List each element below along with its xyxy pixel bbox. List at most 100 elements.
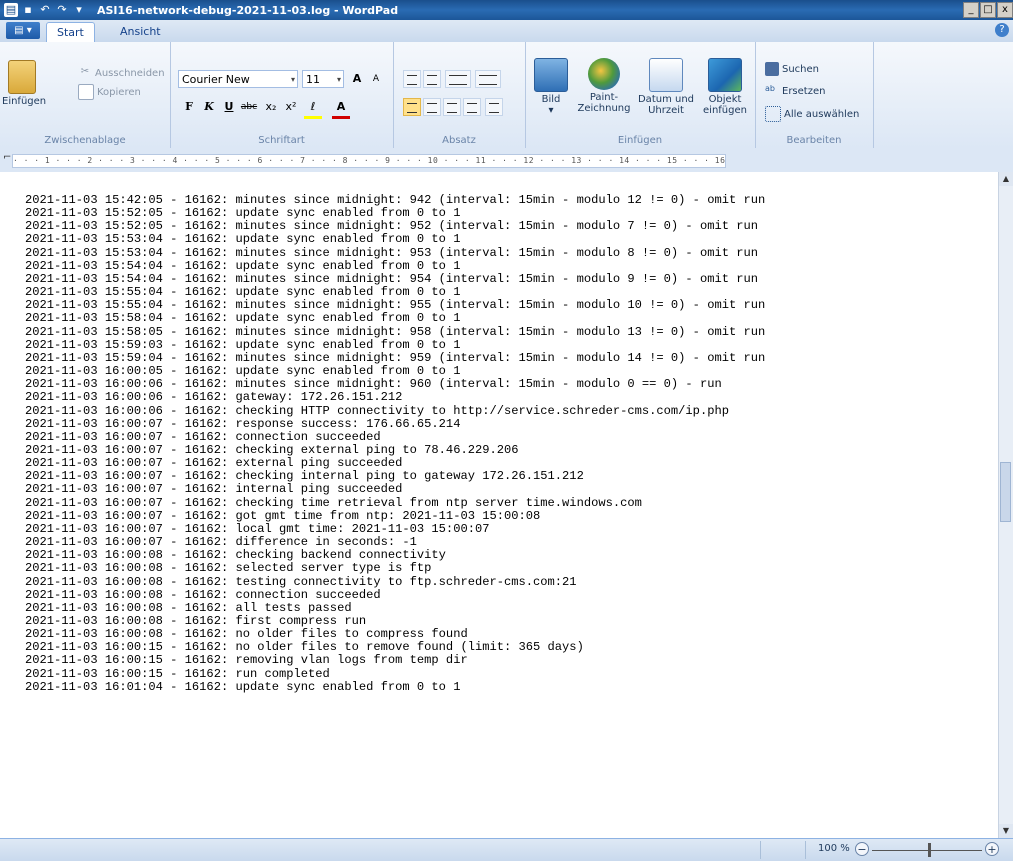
find-label: Suchen	[782, 63, 820, 75]
replace-label: Ersetzen	[782, 85, 826, 97]
replace-button[interactable]: ab Ersetzen	[765, 84, 825, 98]
qat-dropdown-icon[interactable]: ▾	[72, 3, 86, 17]
insert-object-button[interactable]: Objekt einfügen	[699, 58, 751, 116]
replace-icon: ab	[765, 84, 775, 93]
font-family-select[interactable]: Courier New ▾	[178, 70, 298, 88]
grow-font-button[interactable]: A	[348, 70, 366, 88]
status-divider	[805, 841, 806, 859]
minimize-button[interactable]: _	[963, 2, 979, 18]
zoom-in-button[interactable]: +	[985, 842, 999, 856]
window-controls: _ □ x	[962, 2, 1013, 18]
object-icon	[708, 58, 742, 92]
scroll-up-icon[interactable]: ▲	[999, 172, 1013, 186]
select-all-button[interactable]: Alle auswählen	[765, 106, 859, 122]
chevron-down-icon: ▾	[548, 105, 554, 116]
insert-date-time-button[interactable]: Datum und Uhrzeit	[637, 58, 695, 116]
italic-button[interactable]: K	[200, 98, 218, 116]
picture-label: Bild	[541, 94, 561, 105]
align-left-button[interactable]	[403, 98, 421, 116]
quick-access-toolbar: ▤ ▪ ↶ ↷ ▾	[4, 3, 89, 17]
align-right-button[interactable]	[443, 98, 461, 116]
paragraph-group-label: Absatz	[442, 135, 476, 146]
align-center-icon	[427, 103, 437, 113]
tab-stop-icon[interactable]: ⌐	[3, 152, 11, 163]
font-family-value: Courier New	[182, 73, 250, 86]
scissors-icon: ✂	[80, 66, 90, 77]
font-group-label: Schriftart	[258, 135, 305, 146]
calendar-icon	[649, 58, 683, 92]
highlight-button[interactable]: ℓ	[304, 98, 322, 119]
object-label-line2: einfügen	[703, 105, 747, 116]
paste-button[interactable]: Einfügen	[2, 60, 46, 107]
ribbon: Einfügen ✂ Ausschneiden Kopieren Zwische…	[0, 42, 1013, 149]
zoom-out-button[interactable]: −	[855, 842, 869, 856]
line-spacing-button[interactable]	[475, 70, 501, 88]
underline-button[interactable]: U	[220, 98, 238, 116]
subscript-button[interactable]: x₂	[262, 98, 280, 116]
justify-icon	[467, 103, 477, 113]
application-menu-button[interactable]: ▤ ▾	[6, 22, 40, 39]
scroll-down-icon[interactable]: ▼	[999, 824, 1013, 838]
font-size-select[interactable]: 11 ▾	[302, 70, 344, 88]
wordpad-app-icon[interactable]: ▤	[4, 3, 18, 17]
undo-icon[interactable]: ↶	[38, 3, 52, 17]
font-color-button[interactable]: A	[332, 98, 350, 119]
redo-icon[interactable]: ↷	[55, 3, 69, 17]
bullet-list-button[interactable]	[445, 70, 471, 88]
tab-ansicht[interactable]: Ansicht	[110, 22, 171, 41]
align-center-button[interactable]	[423, 98, 441, 116]
ribbon-tab-strip: ▤ ▾ Start Ansicht ?	[0, 20, 1013, 43]
close-button[interactable]: x	[997, 2, 1013, 18]
list-icon	[449, 75, 467, 85]
align-right-icon	[447, 103, 457, 113]
ruler-scale[interactable]: · · · 1 · · · 2 · · · 3 · · · 4 · · · 5 …	[12, 154, 726, 168]
select-all-icon	[765, 106, 781, 122]
bold-button[interactable]: F	[180, 98, 198, 116]
help-icon[interactable]: ?	[995, 23, 1009, 37]
zoom-slider-thumb[interactable]	[928, 843, 931, 857]
scroll-thumb[interactable]	[1000, 462, 1011, 522]
insert-group: Bild ▾ Paint- Zeichnung Datum und Uhrzei…	[525, 42, 756, 148]
clipboard-group: Einfügen ✂ Ausschneiden Kopieren Zwische…	[0, 42, 171, 148]
insert-paint-drawing-button[interactable]: Paint- Zeichnung	[575, 58, 633, 114]
indent-icon	[407, 75, 417, 85]
status-bar: 100 % − +	[0, 838, 1013, 861]
title-bar: ▤ ▪ ↶ ↷ ▾ ASI16-network-debug-2021-11-03…	[0, 0, 1013, 20]
paragraph-icon	[489, 103, 499, 113]
paint-label-line2: Zeichnung	[577, 103, 631, 114]
strikethrough-button[interactable]: abc	[240, 98, 258, 116]
increase-indent-button[interactable]	[423, 70, 441, 88]
insert-group-label: Einfügen	[617, 135, 663, 146]
decrease-indent-button[interactable]	[403, 70, 421, 88]
line-spacing-icon	[479, 75, 497, 85]
document-area[interactable]: 2021-11-03 15:42:05 - 16162: minutes sin…	[0, 172, 1013, 838]
justify-button[interactable]	[463, 98, 481, 116]
edit-group: Suchen ab Ersetzen Alle auswählen Bearbe…	[755, 42, 874, 148]
paragraph-group: Absatz	[393, 42, 526, 148]
maximize-button[interactable]: □	[980, 2, 996, 18]
save-icon[interactable]: ▪	[21, 3, 35, 17]
datetime-label-line2: Uhrzeit	[648, 105, 684, 116]
window-title: ASI16-network-debug-2021-11-03.log - Wor…	[97, 3, 399, 17]
picture-icon	[534, 58, 568, 92]
chevron-down-icon: ▾	[290, 75, 295, 84]
copy-label: Kopieren	[97, 86, 141, 98]
find-button[interactable]: Suchen	[765, 62, 819, 76]
document-text[interactable]: 2021-11-03 15:42:05 - 16162: minutes sin…	[25, 193, 1000, 694]
edit-group-label: Bearbeiten	[786, 135, 842, 146]
chevron-down-icon: ▾	[336, 75, 341, 84]
clipboard-group-label: Zwischenablage	[44, 135, 126, 146]
tab-start[interactable]: Start	[46, 22, 95, 42]
indent-icon	[427, 75, 437, 85]
font-group: Courier New ▾ 11 ▾ A A F K U abc x₂ x² ℓ A…	[170, 42, 394, 148]
copy-button[interactable]: Kopieren	[78, 84, 141, 100]
insert-picture-button[interactable]: Bild ▾	[531, 58, 571, 116]
superscript-button[interactable]: x²	[282, 98, 300, 116]
shrink-font-button[interactable]: A	[367, 70, 385, 88]
paragraph-settings-button[interactable]	[485, 98, 503, 116]
cut-button[interactable]: ✂ Ausschneiden	[78, 66, 165, 80]
zoom-slider-track[interactable]	[872, 850, 982, 851]
vertical-scrollbar[interactable]: ▲ ▼	[998, 172, 1013, 838]
select-all-label: Alle auswählen	[784, 108, 860, 120]
zoom-level: 100 %	[818, 843, 850, 854]
